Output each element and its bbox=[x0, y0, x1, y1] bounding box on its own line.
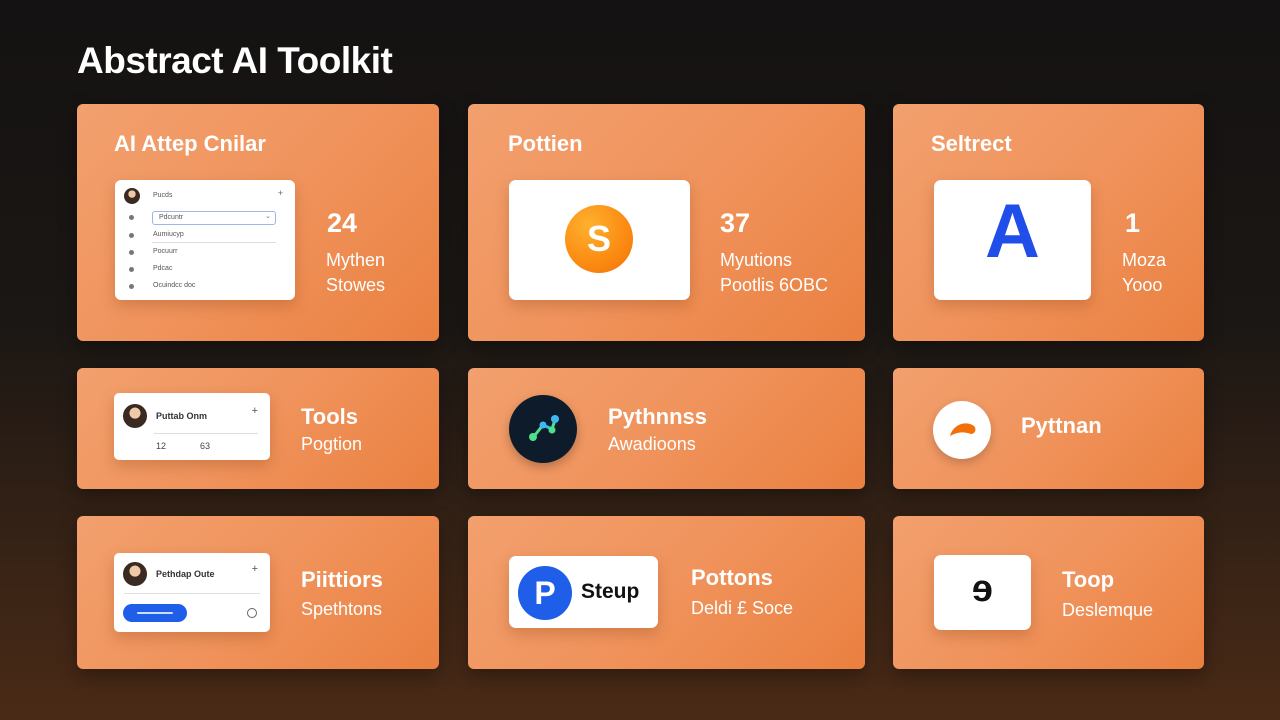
card-title: Seltrect bbox=[931, 131, 1012, 156]
card-tools[interactable]: Puttab Onm + 12 63 Tools Pogtion bbox=[77, 368, 439, 489]
stat-number: 37 bbox=[720, 208, 751, 238]
list-item: Ocuindcc doc bbox=[153, 282, 196, 289]
mini-header: Puttab Onm bbox=[156, 411, 207, 421]
stat-label-1: Myutions bbox=[720, 250, 793, 270]
stat-label-2: Yooo bbox=[1122, 275, 1163, 295]
mini-header: Pethdap Oute bbox=[156, 569, 215, 579]
card-pottien[interactable]: Pottien S 37 Myutions Pootlis 6OBC bbox=[468, 104, 865, 341]
divider bbox=[124, 593, 260, 594]
card-name: Pythnnss bbox=[608, 404, 708, 429]
bullet-icon bbox=[129, 215, 134, 220]
add-icon[interactable]: + bbox=[252, 563, 258, 575]
card-title: Pottien bbox=[508, 131, 583, 156]
card-ai-attep[interactable]: AI Attep Cnilar Pucds + Pdcuntr ⌄ Aumiuc… bbox=[77, 104, 439, 341]
card-name: Tools bbox=[301, 404, 359, 429]
bullet-icon bbox=[129, 267, 134, 272]
card-pyttnan[interactable]: Pyttnan bbox=[893, 368, 1204, 489]
add-icon[interactable]: + bbox=[252, 405, 258, 417]
card-subtitle: Deslemque bbox=[1062, 600, 1154, 620]
card-pottons[interactable]: P Steup Pottons Deldi £ Soce bbox=[468, 516, 865, 669]
card-title: AI Attep Cnilar bbox=[114, 131, 266, 156]
card-name: Toop bbox=[1062, 567, 1115, 592]
list-item: Pocuurr bbox=[153, 248, 178, 255]
divider bbox=[154, 433, 258, 434]
page-title: Abstract AI Toolkit bbox=[77, 40, 393, 81]
mini-action-preview: Pethdap Oute + bbox=[114, 553, 270, 632]
logo-panel: ɘ bbox=[934, 555, 1031, 630]
card-name: Pottons bbox=[691, 565, 773, 590]
logo-wordmark: Steup bbox=[581, 580, 640, 603]
p-logo-icon: P bbox=[518, 566, 572, 620]
avatar bbox=[124, 188, 140, 204]
avatar bbox=[123, 404, 147, 428]
node-graph-logo-icon bbox=[509, 395, 577, 463]
primary-action-button[interactable] bbox=[123, 604, 187, 622]
list-item: Aumiucyp bbox=[153, 231, 184, 238]
card-subtitle: Pogtion bbox=[301, 434, 363, 454]
s-logo-icon: S bbox=[565, 205, 633, 273]
stat-label-1: Moza bbox=[1122, 250, 1167, 270]
logo-panel: P Steup bbox=[509, 556, 658, 628]
card-seltrect[interactable]: Seltrect A 1 Moza Yooo bbox=[893, 104, 1204, 341]
logo-letter: P bbox=[534, 574, 556, 611]
card-name: Piittiors bbox=[301, 567, 383, 592]
card-toop[interactable]: ɘ Toop Deslemque bbox=[893, 516, 1204, 669]
meta-value: 12 bbox=[156, 441, 167, 451]
bullet-icon bbox=[129, 233, 134, 238]
logo-panel: S bbox=[509, 180, 690, 300]
chevron-down-icon: ⌄ bbox=[265, 213, 271, 220]
bullet-icon bbox=[129, 284, 134, 289]
radio-icon[interactable] bbox=[247, 608, 257, 618]
divider bbox=[152, 242, 276, 243]
arc-glyph bbox=[950, 423, 976, 436]
stat-label-2: Pootlis 6OBC bbox=[720, 275, 829, 295]
button-label-line bbox=[137, 612, 173, 614]
stat-label-2: Stowes bbox=[326, 275, 386, 295]
bullet-icon bbox=[129, 250, 134, 255]
logo-letter: S bbox=[586, 218, 611, 259]
card-pythnnss[interactable]: Pythnnss Awadioons bbox=[468, 368, 865, 489]
card-piittiors[interactable]: Pethdap Oute + Piittiors Spethtons bbox=[77, 516, 439, 669]
mini-form-preview: Pucds + Pdcuntr ⌄ Aumiucyp Pocuurr Pdcac… bbox=[115, 180, 295, 300]
meta-value: 63 bbox=[200, 441, 211, 451]
list-item: Pdcac bbox=[153, 265, 173, 272]
stat-label-1: Mythen bbox=[326, 250, 386, 270]
mini-input[interactable]: Pdcuntr ⌄ bbox=[152, 211, 276, 225]
e-logo-icon: ɘ bbox=[971, 568, 994, 610]
mini-profile-preview: Puttab Onm + 12 63 bbox=[114, 393, 270, 460]
card-subtitle: Awadioons bbox=[608, 434, 696, 454]
card-name: Pyttnan bbox=[1021, 413, 1102, 438]
node-graph-glyph bbox=[529, 415, 559, 441]
a-logo-icon: A bbox=[985, 189, 1040, 274]
stat-number: 1 bbox=[1125, 208, 1141, 238]
card-subtitle: Deldi £ Soce bbox=[691, 598, 794, 618]
mini-input-text: Pdcuntr bbox=[159, 214, 184, 221]
avatar bbox=[123, 562, 147, 586]
card-subtitle: Spethtons bbox=[301, 599, 383, 619]
mini-header: Pucds bbox=[153, 192, 173, 199]
stat-number: 24 bbox=[327, 208, 358, 238]
add-icon[interactable]: + bbox=[278, 188, 283, 198]
logo-panel: A bbox=[934, 180, 1091, 300]
orange-arc-logo-icon bbox=[933, 401, 991, 459]
